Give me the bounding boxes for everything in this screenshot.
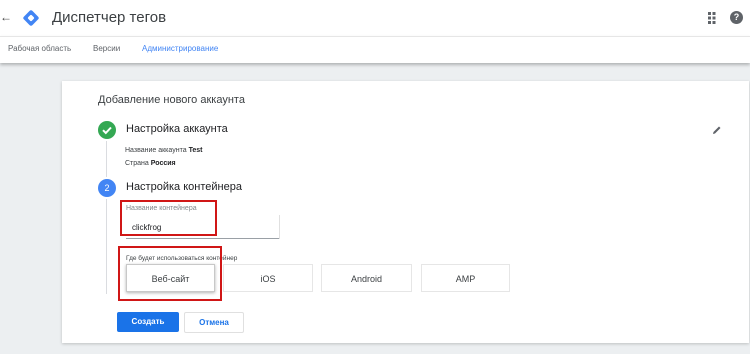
help-icon[interactable]: ? — [730, 11, 743, 24]
top-app-bar: ← Диспетчер тегов ? — [0, 0, 750, 36]
account-name-label: Название аккаунта — [125, 147, 187, 154]
edit-pencil-icon[interactable] — [712, 125, 722, 135]
back-arrow-icon[interactable]: ← — [0, 10, 12, 24]
container-name-underline — [126, 238, 280, 239]
step2-title: Настройка контейнера — [126, 181, 242, 193]
nav-bar: Рабочая область Версии Администрирование — [0, 36, 750, 63]
tab-versions[interactable]: Версии — [93, 44, 120, 53]
target-option-ios[interactable]: iOS — [223, 264, 313, 292]
step-connector-line — [106, 199, 107, 294]
apps-grid-icon[interactable] — [708, 12, 720, 24]
account-name-info: Название аккаунта Test — [125, 147, 202, 154]
create-button[interactable]: Создать — [117, 312, 179, 332]
step-connector-line — [106, 141, 107, 177]
step1-title: Настройка аккаунта — [126, 123, 228, 135]
new-account-card: Добавление нового аккаунта Настройка акк… — [62, 81, 749, 343]
country-value: Россия — [150, 160, 176, 167]
highlight-box-container-name — [120, 200, 217, 236]
step2-number-badge: 2 — [98, 179, 116, 197]
tab-admin[interactable]: Администрирование — [142, 44, 218, 53]
highlight-box-website — [118, 246, 222, 301]
target-option-amp[interactable]: AMP — [421, 264, 510, 292]
tag-manager-logo-icon — [23, 10, 39, 26]
cancel-button[interactable]: Отмена — [184, 312, 244, 333]
target-option-android[interactable]: Android — [321, 264, 412, 292]
step-complete-check-icon — [98, 121, 116, 139]
country-info: Страна Россия — [125, 160, 176, 167]
account-name-value: Test — [188, 147, 203, 154]
country-label: Страна — [125, 160, 149, 167]
tab-workspace[interactable]: Рабочая область — [8, 44, 71, 53]
field-divider — [279, 215, 280, 239]
app-title: Диспетчер тегов — [52, 9, 167, 26]
page-title: Добавление нового аккаунта — [98, 94, 245, 106]
